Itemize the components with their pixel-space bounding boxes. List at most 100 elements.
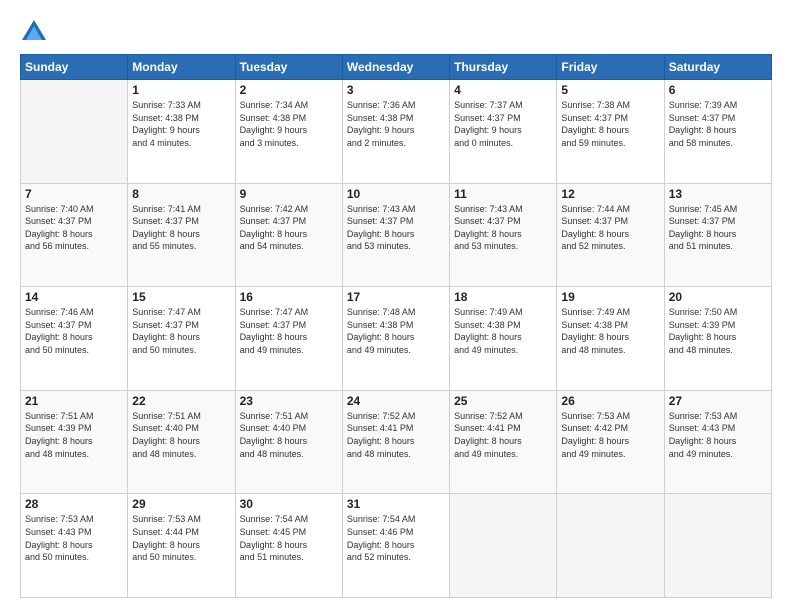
calendar-cell: 8 Sunrise: 7:41 AM Sunset: 4:37 PM Daylig… xyxy=(128,183,235,287)
day-number: 25 xyxy=(454,394,552,408)
cell-info: Sunrise: 7:53 AM Sunset: 4:42 PM Dayligh… xyxy=(561,410,659,460)
calendar-cell: 19 Sunrise: 7:49 AM Sunset: 4:38 PM Dayli… xyxy=(557,287,664,391)
page: SundayMondayTuesdayWednesdayThursdayFrid… xyxy=(0,0,792,612)
calendar-cell: 13Sunrise: 7:45 AM Sunset: 4:37 PM Dayli… xyxy=(664,183,771,287)
calendar-cell: 16 Sunrise: 7:47 AM Sunset: 4:37 PM Dayli… xyxy=(235,287,342,391)
cell-info: Sunrise: 7:43 AM Sunset: 4:37 PM Dayligh… xyxy=(347,203,445,253)
calendar-cell: 30Sunrise: 7:54 AM Sunset: 4:45 PM Dayli… xyxy=(235,494,342,598)
day-number: 2 xyxy=(240,83,338,97)
calendar-header-row: SundayMondayTuesdayWednesdayThursdayFrid… xyxy=(21,55,772,80)
day-number: 17 xyxy=(347,290,445,304)
day-number: 7 xyxy=(25,187,123,201)
day-header-tuesday: Tuesday xyxy=(235,55,342,80)
day-number: 5 xyxy=(561,83,659,97)
calendar-cell: 20Sunrise: 7:50 AM Sunset: 4:39 PM Dayli… xyxy=(664,287,771,391)
calendar-cell: 26 Sunrise: 7:53 AM Sunset: 4:42 PM Dayli… xyxy=(557,390,664,494)
calendar-cell xyxy=(21,80,128,184)
cell-info: Sunrise: 7:54 AM Sunset: 4:46 PM Dayligh… xyxy=(347,513,445,563)
calendar-cell: 5 Sunrise: 7:38 AM Sunset: 4:37 PM Daylig… xyxy=(557,80,664,184)
calendar-week-row: 1Sunrise: 7:33 AM Sunset: 4:38 PM Daylig… xyxy=(21,80,772,184)
calendar-cell: 6 Sunrise: 7:39 AM Sunset: 4:37 PM Daylig… xyxy=(664,80,771,184)
cell-info: Sunrise: 7:47 AM Sunset: 4:37 PM Dayligh… xyxy=(240,306,338,356)
calendar-cell: 31 Sunrise: 7:54 AM Sunset: 4:46 PM Dayli… xyxy=(342,494,449,598)
cell-info: Sunrise: 7:51 AM Sunset: 4:39 PM Dayligh… xyxy=(25,410,123,460)
cell-info: Sunrise: 7:48 AM Sunset: 4:38 PM Dayligh… xyxy=(347,306,445,356)
day-number: 30 xyxy=(240,497,338,511)
day-number: 31 xyxy=(347,497,445,511)
day-number: 24 xyxy=(347,394,445,408)
day-header-monday: Monday xyxy=(128,55,235,80)
calendar-cell: 7 Sunrise: 7:40 AM Sunset: 4:37 PM Daylig… xyxy=(21,183,128,287)
calendar-cell: 17 Sunrise: 7:48 AM Sunset: 4:38 PM Dayli… xyxy=(342,287,449,391)
day-number: 28 xyxy=(25,497,123,511)
cell-info: Sunrise: 7:44 AM Sunset: 4:37 PM Dayligh… xyxy=(561,203,659,253)
calendar-cell: 4 Sunrise: 7:37 AM Sunset: 4:37 PM Daylig… xyxy=(450,80,557,184)
calendar-cell: 24 Sunrise: 7:52 AM Sunset: 4:41 PM Dayli… xyxy=(342,390,449,494)
logo xyxy=(20,18,52,46)
calendar-week-row: 14Sunrise: 7:46 AM Sunset: 4:37 PM Dayli… xyxy=(21,287,772,391)
calendar-cell: 2 Sunrise: 7:34 AM Sunset: 4:38 PM Daylig… xyxy=(235,80,342,184)
calendar-cell: 28 Sunrise: 7:53 AM Sunset: 4:43 PM Dayli… xyxy=(21,494,128,598)
cell-info: Sunrise: 7:38 AM Sunset: 4:37 PM Dayligh… xyxy=(561,99,659,149)
calendar-week-row: 28 Sunrise: 7:53 AM Sunset: 4:43 PM Dayli… xyxy=(21,494,772,598)
day-header-sunday: Sunday xyxy=(21,55,128,80)
cell-info: Sunrise: 7:37 AM Sunset: 4:37 PM Dayligh… xyxy=(454,99,552,149)
calendar-cell: 22Sunrise: 7:51 AM Sunset: 4:40 PM Dayli… xyxy=(128,390,235,494)
cell-info: Sunrise: 7:46 AM Sunset: 4:37 PM Dayligh… xyxy=(25,306,123,356)
calendar-cell: 29 Sunrise: 7:53 AM Sunset: 4:44 PM Dayli… xyxy=(128,494,235,598)
calendar-week-row: 7 Sunrise: 7:40 AM Sunset: 4:37 PM Daylig… xyxy=(21,183,772,287)
cell-info: Sunrise: 7:34 AM Sunset: 4:38 PM Dayligh… xyxy=(240,99,338,149)
calendar-week-row: 21 Sunrise: 7:51 AM Sunset: 4:39 PM Dayli… xyxy=(21,390,772,494)
cell-info: Sunrise: 7:49 AM Sunset: 4:38 PM Dayligh… xyxy=(561,306,659,356)
cell-info: Sunrise: 7:41 AM Sunset: 4:37 PM Dayligh… xyxy=(132,203,230,253)
day-number: 15 xyxy=(132,290,230,304)
day-number: 21 xyxy=(25,394,123,408)
day-number: 19 xyxy=(561,290,659,304)
cell-info: Sunrise: 7:53 AM Sunset: 4:44 PM Dayligh… xyxy=(132,513,230,563)
calendar-cell: 14Sunrise: 7:46 AM Sunset: 4:37 PM Dayli… xyxy=(21,287,128,391)
calendar-cell: 12 Sunrise: 7:44 AM Sunset: 4:37 PM Dayli… xyxy=(557,183,664,287)
day-number: 26 xyxy=(561,394,659,408)
cell-info: Sunrise: 7:51 AM Sunset: 4:40 PM Dayligh… xyxy=(132,410,230,460)
cell-info: Sunrise: 7:36 AM Sunset: 4:38 PM Dayligh… xyxy=(347,99,445,149)
day-number: 4 xyxy=(454,83,552,97)
day-number: 16 xyxy=(240,290,338,304)
calendar-cell: 18Sunrise: 7:49 AM Sunset: 4:38 PM Dayli… xyxy=(450,287,557,391)
calendar-table: SundayMondayTuesdayWednesdayThursdayFrid… xyxy=(20,54,772,598)
calendar-cell: 11 Sunrise: 7:43 AM Sunset: 4:37 PM Dayli… xyxy=(450,183,557,287)
calendar-cell: 25 Sunrise: 7:52 AM Sunset: 4:41 PM Dayli… xyxy=(450,390,557,494)
day-header-thursday: Thursday xyxy=(450,55,557,80)
calendar-cell: 15Sunrise: 7:47 AM Sunset: 4:37 PM Dayli… xyxy=(128,287,235,391)
day-number: 23 xyxy=(240,394,338,408)
day-number: 29 xyxy=(132,497,230,511)
logo-icon xyxy=(20,18,48,46)
day-number: 9 xyxy=(240,187,338,201)
cell-info: Sunrise: 7:50 AM Sunset: 4:39 PM Dayligh… xyxy=(669,306,767,356)
day-number: 10 xyxy=(347,187,445,201)
cell-info: Sunrise: 7:39 AM Sunset: 4:37 PM Dayligh… xyxy=(669,99,767,149)
day-number: 27 xyxy=(669,394,767,408)
day-header-friday: Friday xyxy=(557,55,664,80)
calendar-cell: 1Sunrise: 7:33 AM Sunset: 4:38 PM Daylig… xyxy=(128,80,235,184)
calendar-cell xyxy=(664,494,771,598)
day-number: 1 xyxy=(132,83,230,97)
cell-info: Sunrise: 7:53 AM Sunset: 4:43 PM Dayligh… xyxy=(25,513,123,563)
cell-info: Sunrise: 7:40 AM Sunset: 4:37 PM Dayligh… xyxy=(25,203,123,253)
cell-info: Sunrise: 7:45 AM Sunset: 4:37 PM Dayligh… xyxy=(669,203,767,253)
cell-info: Sunrise: 7:49 AM Sunset: 4:38 PM Dayligh… xyxy=(454,306,552,356)
day-header-saturday: Saturday xyxy=(664,55,771,80)
cell-info: Sunrise: 7:53 AM Sunset: 4:43 PM Dayligh… xyxy=(669,410,767,460)
day-number: 11 xyxy=(454,187,552,201)
calendar-cell: 21 Sunrise: 7:51 AM Sunset: 4:39 PM Dayli… xyxy=(21,390,128,494)
day-number: 6 xyxy=(669,83,767,97)
cell-info: Sunrise: 7:43 AM Sunset: 4:37 PM Dayligh… xyxy=(454,203,552,253)
calendar-cell: 3 Sunrise: 7:36 AM Sunset: 4:38 PM Daylig… xyxy=(342,80,449,184)
cell-info: Sunrise: 7:52 AM Sunset: 4:41 PM Dayligh… xyxy=(347,410,445,460)
calendar-cell xyxy=(557,494,664,598)
calendar-cell: 27 Sunrise: 7:53 AM Sunset: 4:43 PM Dayli… xyxy=(664,390,771,494)
day-number: 12 xyxy=(561,187,659,201)
cell-info: Sunrise: 7:52 AM Sunset: 4:41 PM Dayligh… xyxy=(454,410,552,460)
calendar-cell: 10 Sunrise: 7:43 AM Sunset: 4:37 PM Dayli… xyxy=(342,183,449,287)
day-number: 3 xyxy=(347,83,445,97)
day-number: 8 xyxy=(132,187,230,201)
